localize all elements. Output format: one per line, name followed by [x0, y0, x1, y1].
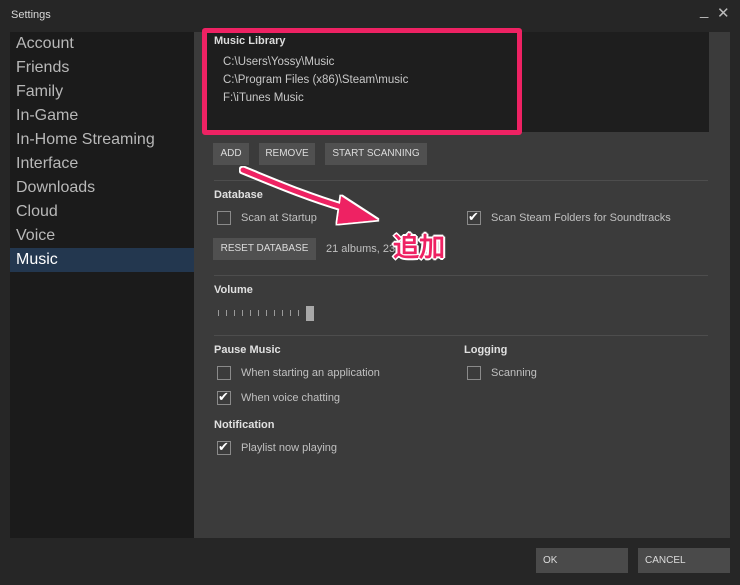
cancel-button[interactable]: CANCEL	[638, 548, 730, 573]
ok-button[interactable]: OK	[536, 548, 628, 573]
annotation-arrow-icon	[240, 167, 378, 224]
annotation-label: 追加	[393, 232, 446, 262]
